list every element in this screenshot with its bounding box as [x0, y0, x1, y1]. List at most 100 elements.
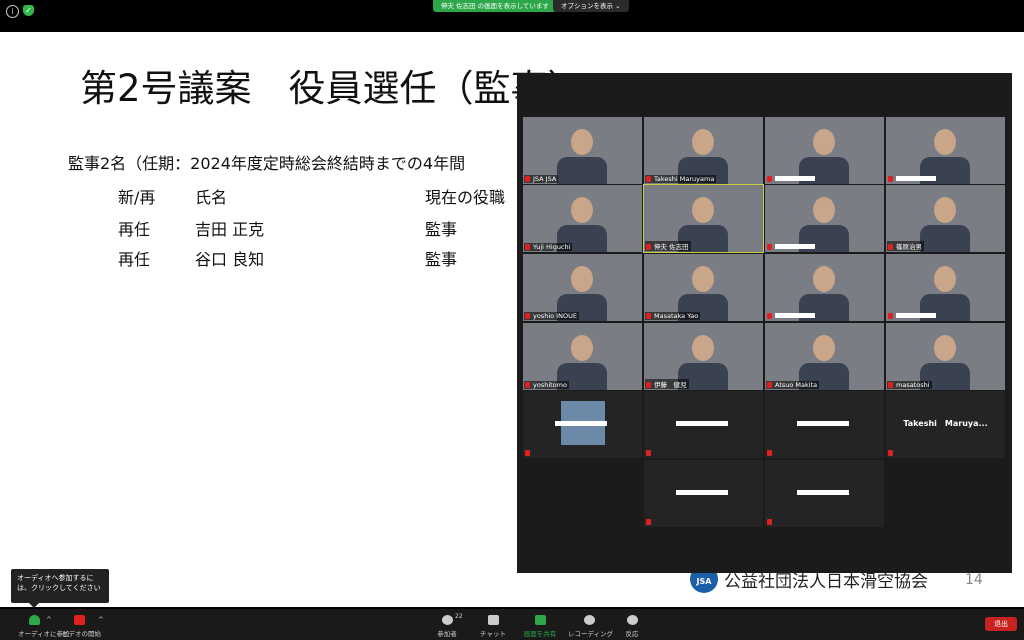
- participant-tile[interactable]: [765, 391, 884, 458]
- mic-muted-icon: [767, 450, 772, 456]
- participant-tile[interactable]: 伊藤 健児: [644, 323, 763, 390]
- mic-muted-icon: [646, 382, 651, 388]
- mic-muted-icon: [646, 450, 651, 456]
- participant-tile[interactable]: JSA JSA: [523, 117, 642, 184]
- participant-tile[interactable]: 篠原治男: [886, 185, 1005, 252]
- chat-button[interactable]: チャット: [478, 609, 508, 640]
- mic-muted-icon: [767, 519, 772, 525]
- mic-muted-icon: [525, 313, 530, 319]
- leave-button[interactable]: 退出: [985, 617, 1017, 631]
- video-off-icon: [73, 615, 85, 625]
- participant-name: 伸夫 佐志田: [645, 241, 691, 251]
- mic-muted-icon: [888, 382, 893, 388]
- participant-video: [571, 266, 593, 292]
- participant-tile[interactable]: Takeshi Maruya...: [886, 391, 1005, 458]
- mic-muted-icon: [767, 313, 772, 319]
- participant-name: Takeshi Maruyama: [645, 175, 717, 183]
- participant-tile[interactable]: Yuji Higuchi: [523, 185, 642, 252]
- col-header-role: 現在の役職: [425, 188, 506, 207]
- start-video-label: ビデオの開始: [62, 630, 101, 638]
- redacted-name: [797, 490, 849, 495]
- mic-muted-icon: [646, 176, 651, 182]
- record-button[interactable]: レコーディング: [568, 609, 614, 640]
- participant-tile[interactable]: yoshio INOUE: [523, 254, 642, 321]
- participant-video: [934, 129, 956, 155]
- screen-share-notice: 伸夫 佐志田 の画面を表示しています: [433, 0, 557, 12]
- participant-video: [692, 197, 714, 223]
- participant-tile[interactable]: Masataka Yao: [644, 254, 763, 321]
- join-audio-button[interactable]: オーディオに参加: [18, 609, 70, 640]
- participant-tile[interactable]: 伸夫 佐志田: [643, 184, 764, 253]
- participant-tile[interactable]: [765, 460, 884, 527]
- reactions-button[interactable]: 反応: [620, 609, 644, 640]
- redacted-name: [896, 313, 936, 318]
- participant-video: [813, 197, 835, 223]
- chevron-up-icon[interactable]: ^: [46, 616, 52, 624]
- mic-muted-icon: [888, 313, 893, 319]
- mic-muted-icon: [767, 244, 772, 250]
- row-newre: 再任: [118, 220, 151, 239]
- participant-video: [571, 129, 593, 155]
- info-icon[interactable]: i: [6, 5, 19, 18]
- mic-muted-icon: [767, 176, 772, 182]
- participant-tile[interactable]: [765, 254, 884, 321]
- meeting-toolbar: オーディオに参加 ^ ビデオの開始 ^ 参加者 22 チャット 画面を共有 レコ…: [0, 609, 1024, 640]
- participant-tile[interactable]: [644, 391, 763, 458]
- redacted-name: [896, 176, 936, 181]
- participant-tile[interactable]: Takeshi Maruyama: [644, 117, 763, 184]
- headphone-icon: [28, 615, 40, 625]
- participant-name: yoshitomo: [524, 381, 569, 389]
- video-gallery-panel[interactable]: JSA JSA Takeshi Maruyama Yuji Higuchi 伸夫 佐志…: [517, 73, 1012, 573]
- slide-text-line: 監事2名（任期：2024年度定時総会終結時までの4年間: [68, 154, 466, 173]
- record-icon: [583, 615, 595, 625]
- mic-muted-icon: [646, 313, 651, 319]
- redacted-name: [775, 313, 815, 318]
- mic-muted-icon: [888, 450, 893, 456]
- participant-video: [934, 197, 956, 223]
- record-label: レコーディング: [568, 630, 614, 638]
- redacted-name: [775, 244, 815, 249]
- row-role: 監事: [425, 250, 458, 269]
- view-options-button[interactable]: オプションを表示 ⌄: [553, 0, 629, 12]
- redacted-name: [797, 421, 849, 426]
- mic-muted-icon: [525, 244, 530, 250]
- participant-video: [692, 266, 714, 292]
- row-name: 吉田 正克: [195, 220, 265, 239]
- participant-video: [557, 157, 607, 184]
- participants-icon: [441, 615, 453, 625]
- shield-icon[interactable]: ✓: [23, 5, 34, 16]
- participant-video: [920, 225, 970, 252]
- participant-tile[interactable]: masatoshi: [886, 323, 1005, 390]
- redacted-name: [555, 421, 607, 426]
- start-video-button[interactable]: ビデオの開始: [62, 609, 101, 640]
- mic-muted-icon: [646, 519, 651, 525]
- redacted-name: [775, 176, 815, 181]
- mic-muted-icon: [888, 244, 893, 250]
- participant-name: Yuji Higuchi: [524, 243, 573, 251]
- participant-video: [692, 129, 714, 155]
- participant-tile[interactable]: [644, 460, 763, 527]
- join-audio-label: オーディオに参加: [18, 630, 70, 638]
- share-screen-icon: [534, 615, 546, 625]
- participant-video: [813, 129, 835, 155]
- mic-muted-icon: [888, 176, 893, 182]
- participant-tile[interactable]: [523, 391, 642, 458]
- share-screen-label: 画面を共有: [523, 630, 557, 638]
- participant-video: [813, 335, 835, 361]
- participant-tile[interactable]: [886, 254, 1005, 321]
- participant-tile[interactable]: [765, 185, 884, 252]
- participant-tile[interactable]: [886, 117, 1005, 184]
- participant-tile[interactable]: yoshitomo: [523, 323, 642, 390]
- participant-name: Atsuo Makita: [766, 381, 820, 389]
- col-header-newre: 新/再: [118, 188, 156, 207]
- mic-muted-icon: [646, 244, 651, 250]
- participant-tile[interactable]: [765, 117, 884, 184]
- share-screen-button[interactable]: 画面を共有: [520, 609, 560, 640]
- participant-tile[interactable]: Atsuo Makita: [765, 323, 884, 390]
- participant-name: yoshio INOUE: [524, 312, 579, 320]
- chevron-up-icon[interactable]: ^: [98, 616, 104, 624]
- row-newre: 再任: [118, 250, 151, 269]
- mic-muted-icon: [525, 382, 530, 388]
- participant-name: 伊藤 健児: [645, 379, 689, 389]
- participant-video: [571, 197, 593, 223]
